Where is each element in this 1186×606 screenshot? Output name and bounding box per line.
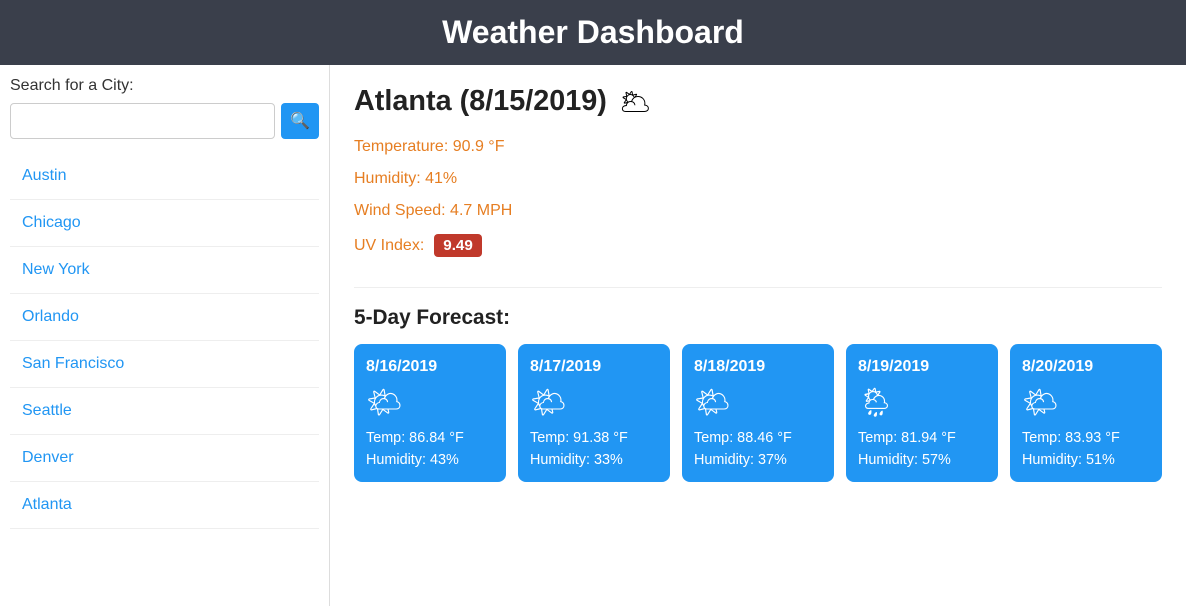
forecast-icon-3: 🌦 bbox=[858, 386, 986, 420]
uv-row: UV Index: 9.49 bbox=[354, 234, 1162, 257]
current-weather-icon: 🌥 bbox=[619, 87, 652, 117]
forecast-icon-2: 🌤 bbox=[694, 386, 822, 420]
humidity-detail: Humidity: 41% bbox=[354, 170, 1162, 188]
forecast-section: 5-Day Forecast: 8/16/2019 🌤 Temp: 86.84 … bbox=[354, 287, 1162, 482]
city-header: Atlanta (8/15/2019) 🌥 bbox=[354, 85, 1162, 118]
forecast-temp-3: Temp: 81.94 °F bbox=[858, 430, 986, 446]
forecast-temp-0: Temp: 86.84 °F bbox=[366, 430, 494, 446]
forecast-date-2: 8/18/2019 bbox=[694, 358, 822, 376]
sidebar: Search for a City: 🔍 Austin Chicago New … bbox=[0, 65, 330, 606]
forecast-date-1: 8/17/2019 bbox=[530, 358, 658, 376]
forecast-card-4: 8/20/2019 🌤 Temp: 83.93 °F Humidity: 51% bbox=[1010, 344, 1162, 482]
app-title: Weather Dashboard bbox=[442, 14, 744, 50]
forecast-humidity-3: Humidity: 57% bbox=[858, 452, 986, 468]
forecast-date-4: 8/20/2019 bbox=[1022, 358, 1150, 376]
forecast-cards: 8/16/2019 🌤 Temp: 86.84 °F Humidity: 43%… bbox=[354, 344, 1162, 482]
forecast-title: 5-Day Forecast: bbox=[354, 306, 1162, 330]
city-item-newyork[interactable]: New York bbox=[10, 247, 319, 294]
forecast-card-0: 8/16/2019 🌤 Temp: 86.84 °F Humidity: 43% bbox=[354, 344, 506, 482]
search-input[interactable] bbox=[10, 103, 275, 139]
city-item-orlando[interactable]: Orlando bbox=[10, 294, 319, 341]
forecast-card-2: 8/18/2019 🌤 Temp: 88.46 °F Humidity: 37% bbox=[682, 344, 834, 482]
forecast-icon-0: 🌤 bbox=[366, 386, 494, 420]
uv-badge: 9.49 bbox=[434, 234, 482, 257]
city-item-atlanta[interactable]: Atlanta bbox=[10, 482, 319, 529]
uv-label: UV Index: bbox=[354, 237, 424, 255]
city-item-sanfrancisco[interactable]: San Francisco bbox=[10, 341, 319, 388]
search-label: Search for a City: bbox=[10, 77, 319, 95]
city-list: Austin Chicago New York Orlando San Fran… bbox=[10, 153, 319, 529]
city-item-chicago[interactable]: Chicago bbox=[10, 200, 319, 247]
forecast-temp-2: Temp: 88.46 °F bbox=[694, 430, 822, 446]
city-item-denver[interactable]: Denver bbox=[10, 435, 319, 482]
city-item-seattle[interactable]: Seattle bbox=[10, 388, 319, 435]
forecast-humidity-4: Humidity: 51% bbox=[1022, 452, 1150, 468]
forecast-humidity-0: Humidity: 43% bbox=[366, 452, 494, 468]
search-button[interactable]: 🔍 bbox=[281, 103, 319, 139]
temperature-detail: Temperature: 90.9 °F bbox=[354, 138, 1162, 156]
forecast-temp-4: Temp: 83.93 °F bbox=[1022, 430, 1150, 446]
search-icon: 🔍 bbox=[290, 111, 310, 131]
forecast-humidity-1: Humidity: 33% bbox=[530, 452, 658, 468]
forecast-temp-1: Temp: 91.38 °F bbox=[530, 430, 658, 446]
wind-detail: Wind Speed: 4.7 MPH bbox=[354, 202, 1162, 220]
main-layout: Search for a City: 🔍 Austin Chicago New … bbox=[0, 65, 1186, 606]
main-content: Atlanta (8/15/2019) 🌥 Temperature: 90.9 … bbox=[330, 65, 1186, 606]
forecast-humidity-2: Humidity: 37% bbox=[694, 452, 822, 468]
app-header: Weather Dashboard bbox=[0, 0, 1186, 65]
city-title: Atlanta (8/15/2019) bbox=[354, 85, 607, 118]
forecast-card-1: 8/17/2019 🌤 Temp: 91.38 °F Humidity: 33% bbox=[518, 344, 670, 482]
search-row: 🔍 bbox=[10, 103, 319, 139]
forecast-date-0: 8/16/2019 bbox=[366, 358, 494, 376]
forecast-card-3: 8/19/2019 🌦 Temp: 81.94 °F Humidity: 57% bbox=[846, 344, 998, 482]
forecast-icon-4: 🌤 bbox=[1022, 386, 1150, 420]
forecast-date-3: 8/19/2019 bbox=[858, 358, 986, 376]
city-item-austin[interactable]: Austin bbox=[10, 153, 319, 200]
forecast-icon-1: 🌤 bbox=[530, 386, 658, 420]
